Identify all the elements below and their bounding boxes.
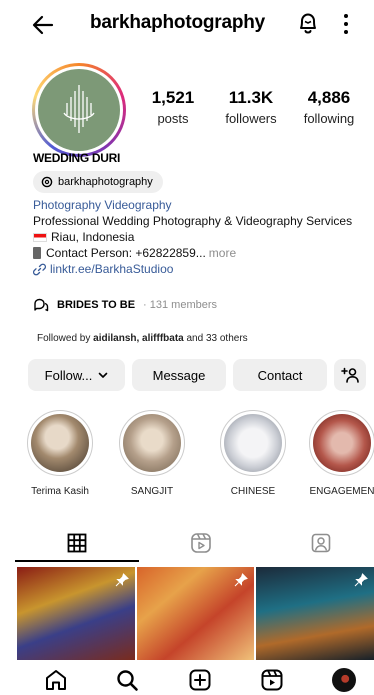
community-name: BRIDES TO BE — [57, 299, 136, 311]
bell-icon[interactable] — [296, 11, 320, 37]
pin-icon — [115, 573, 129, 587]
highlight-label: CHINESE — [230, 486, 276, 497]
highlight-item[interactable]: CHINESE — [217, 410, 289, 497]
contact-button[interactable]: Contact — [233, 359, 327, 391]
grid-post[interactable] — [17, 567, 135, 660]
threads-icon — [41, 176, 53, 188]
community-members: · 131 members — [143, 299, 218, 311]
followers-label: followers — [225, 111, 277, 126]
profile-tabs — [0, 524, 374, 562]
stat-followers[interactable]: 11.3K followers — [218, 88, 284, 126]
bio-description: Professional Wedding Photography & Video… — [33, 214, 353, 228]
bio-more-link[interactable]: more — [209, 246, 236, 260]
link-icon — [33, 263, 46, 275]
highlight-label: Terima Kasih — [31, 486, 89, 497]
top-bar: barkhaphotography — [0, 0, 374, 50]
grid-post[interactable] — [256, 567, 374, 660]
bio-link[interactable]: linktr.ee/BarkhaStudioo — [33, 262, 173, 276]
home-icon[interactable] — [44, 668, 68, 692]
following-label: following — [303, 111, 355, 126]
highlight-cover — [31, 414, 89, 472]
threads-handle: barkhaphotography — [58, 176, 153, 188]
profile-avatar-nav[interactable] — [332, 668, 356, 692]
pin-icon — [354, 573, 368, 587]
active-tab-indicator — [15, 560, 139, 562]
highlight-item[interactable]: ENGAGEMEN — [306, 410, 374, 497]
posts-grid — [17, 567, 374, 660]
profile-category: Photography Videography — [33, 198, 172, 212]
logo-icon — [63, 85, 95, 133]
followed-by-suffix: and 33 others — [186, 333, 248, 344]
stat-following[interactable]: 4,886 following — [298, 88, 360, 126]
stat-posts[interactable]: 1,521 posts — [148, 88, 198, 126]
profile-avatar[interactable] — [32, 63, 126, 157]
bio-contact: Contact Person: +62822859... — [46, 246, 206, 260]
tab-tagged[interactable] — [259, 524, 374, 562]
pin-icon — [234, 573, 249, 587]
suggested-users-button[interactable] — [334, 359, 366, 391]
display-name: WEDDING DURI — [33, 151, 121, 165]
reels-icon — [191, 533, 211, 553]
bottom-navigation — [0, 660, 374, 695]
grid-icon — [67, 533, 87, 553]
threads-badge[interactable]: barkhaphotography — [33, 171, 163, 193]
add-user-icon — [341, 367, 359, 383]
more-vertical-icon[interactable] — [341, 12, 351, 36]
back-arrow-icon[interactable] — [30, 12, 56, 38]
highlight-item[interactable]: Terima Kasih — [24, 410, 96, 497]
followed-by-text[interactable]: Followed by aidilansh, alifffbata and 33… — [37, 333, 248, 344]
posts-label: posts — [157, 111, 189, 126]
tab-posts-grid[interactable] — [15, 524, 139, 562]
community-channel[interactable]: BRIDES TO BE · 131 members — [33, 298, 217, 312]
phone-icon — [33, 247, 41, 259]
message-button[interactable]: Message — [132, 359, 226, 391]
channel-icon — [34, 298, 49, 312]
reels-nav-icon[interactable] — [260, 668, 284, 692]
highlight-label: SANGJIT — [130, 486, 174, 497]
follow-button-label: Follow... — [44, 367, 93, 383]
grid-post[interactable] — [136, 567, 255, 660]
highlight-item[interactable]: SANGJIT — [116, 410, 188, 497]
followed-by-names: aidilansh, alifffbata — [93, 333, 184, 344]
chevron-down-icon — [99, 372, 108, 378]
highlight-cover — [123, 414, 181, 472]
bio-contact-row: Contact Person: +62822859... more — [33, 246, 236, 260]
indonesia-flag-icon — [33, 232, 47, 242]
bio-location: Riau, Indonesia — [51, 230, 135, 244]
tagged-icon — [311, 533, 331, 553]
search-icon[interactable] — [115, 668, 139, 692]
bio-location-row: Riau, Indonesia — [33, 230, 134, 244]
followers-count: 11.3K — [228, 88, 274, 107]
highlight-cover — [224, 414, 282, 472]
profile-username: barkhaphotography — [90, 12, 266, 33]
bio-link-text: linktr.ee/BarkhaStudioo — [50, 262, 174, 276]
followed-by-prefix: Followed by — [37, 333, 91, 344]
posts-count: 1,521 — [151, 88, 195, 107]
highlight-cover — [313, 414, 371, 472]
create-icon[interactable] — [188, 668, 212, 692]
follow-button[interactable]: Follow... — [28, 359, 125, 391]
highlight-label: ENGAGEMEN — [309, 486, 374, 497]
tab-reels[interactable] — [139, 524, 263, 562]
following-count: 4,886 — [307, 88, 351, 107]
